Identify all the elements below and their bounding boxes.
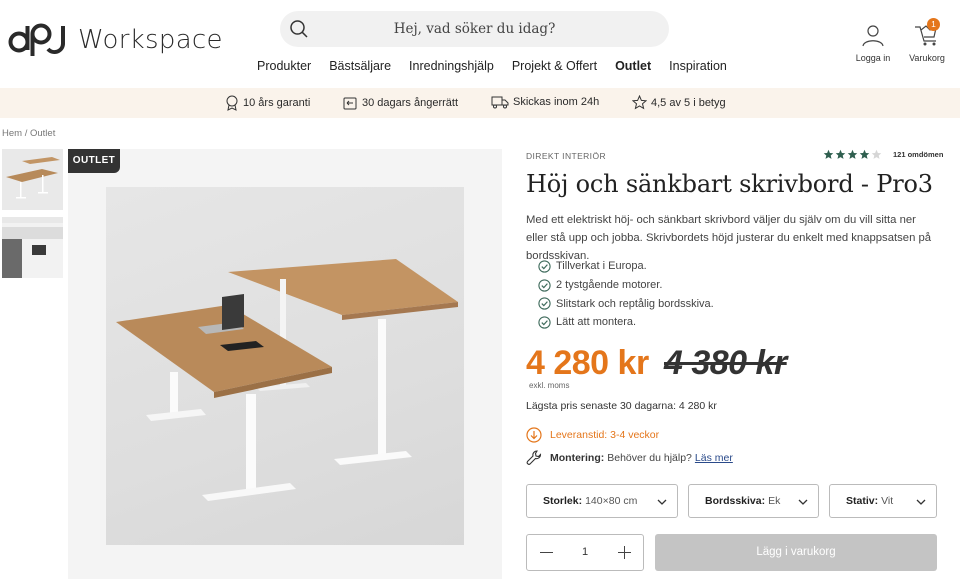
rating-stars	[823, 149, 882, 160]
usp-rating-text: 4,5 av 5 i betyg	[651, 96, 726, 109]
star-filled-icon	[859, 149, 870, 159]
chevron-down-icon	[798, 499, 808, 505]
delivery-text: Leveranstid: 3-4 veckor	[550, 429, 660, 441]
star-outline-icon	[632, 95, 647, 110]
usp-warranty: 10 års garanti	[225, 95, 310, 111]
site-header: Workspace Hej, vad söker du idag? Produk…	[0, 0, 960, 88]
arrow-down-circle-icon	[526, 427, 542, 443]
feature-item: Tillverkat i Europa.	[538, 257, 714, 276]
main-nav: Produkter Bästsäljare Inredningshjälp Pr…	[257, 59, 745, 73]
feature-text: 2 tystgående motorer.	[556, 279, 663, 292]
star-filled-icon	[835, 149, 846, 159]
return-icon	[343, 97, 357, 110]
nav-item-bastsaljare[interactable]: Bästsäljare	[329, 59, 391, 73]
frame-select-label: Stativ:	[846, 495, 879, 507]
original-price: 4 380 kr	[664, 344, 787, 382]
chevron-down-icon	[657, 499, 667, 505]
dpj-logo-mark	[8, 23, 65, 56]
usp-rating: 4,5 av 5 i betyg	[632, 95, 726, 110]
feature-list: Tillverkat i Europa. 2 tystgående motore…	[538, 257, 714, 332]
check-circle-icon	[538, 260, 551, 273]
search-bar[interactable]: Hej, vad söker du idag?	[280, 11, 669, 47]
cart-label: Varukorg	[909, 53, 945, 63]
usp-return-text: 30 dagars ångerrätt	[362, 97, 459, 109]
usp-shipping-text: Skickas inom 24h	[513, 96, 600, 108]
nav-item-inspiration[interactable]: Inspiration	[669, 59, 727, 73]
site-logo[interactable]: Workspace	[8, 22, 223, 58]
thumbnail-image-detail	[2, 217, 63, 278]
add-to-cart-button[interactable]: Lägg i varukorg	[655, 534, 937, 571]
product-rating[interactable]: 121 omdömen	[823, 149, 943, 160]
login-button[interactable]: Logga in	[855, 23, 891, 63]
increase-quantity-button[interactable]	[624, 546, 626, 559]
feature-text: Slitstark och reptålig bordsskiva.	[556, 297, 714, 310]
size-select[interactable]: Storlek: 140×80 cm	[526, 484, 678, 518]
check-circle-icon	[538, 278, 551, 292]
award-icon	[226, 95, 238, 111]
thumbnail-desk-detail[interactable]	[2, 217, 63, 278]
chevron-down-icon	[916, 499, 926, 505]
truck-icon	[491, 96, 509, 109]
nav-item-projekt-offert[interactable]: Projekt & Offert	[512, 59, 597, 73]
review-count[interactable]: 121 omdömen	[893, 150, 943, 159]
star-filled-icon	[823, 149, 834, 159]
usp-return: 30 dagars ångerrätt	[342, 95, 458, 111]
thumbnail-image-desk	[2, 149, 63, 210]
search-icon[interactable]	[289, 19, 309, 39]
feature-text: Tillverkat i Europa.	[556, 260, 647, 273]
check-circle-icon	[538, 316, 551, 329]
logo-wordmark: Workspace	[78, 25, 223, 55]
usp-bar: 10 års garanti 30 dagars ångerrätt Skick…	[0, 88, 960, 118]
breadcrumb-current[interactable]: Outlet	[30, 128, 55, 139]
wrench-icon	[526, 450, 542, 465]
tabletop-select[interactable]: Bordsskiva: Ek	[688, 484, 819, 518]
frame-select-value: Vit	[881, 495, 894, 507]
product-photo	[106, 187, 464, 545]
assembly-read-more-link[interactable]: Läs mer	[695, 452, 733, 464]
product-main-image[interactable]: OUTLET	[68, 149, 502, 579]
desk-illustration	[116, 259, 458, 501]
delivery-time: Leveranstid: 3-4 veckor	[526, 427, 659, 443]
lowest-price-note: Lägsta pris senaste 30 dagarna: 4 280 kr	[526, 400, 717, 412]
nav-item-outlet[interactable]: Outlet	[615, 59, 651, 73]
breadcrumb-separator: /	[24, 128, 28, 139]
login-label: Logga in	[855, 53, 891, 63]
star-empty-icon	[871, 149, 882, 159]
breadcrumb-home[interactable]: Hem	[2, 128, 22, 139]
tabletop-select-label: Bordsskiva:	[705, 495, 766, 507]
user-icon	[862, 25, 884, 47]
check-circle-icon	[538, 297, 551, 310]
assembly-text: Behöver du hjälp?	[607, 451, 692, 464]
breadcrumb: Hem / Outlet	[2, 128, 55, 139]
feature-item: Slitstark och reptålig bordsskiva.	[538, 294, 714, 313]
search-placeholder[interactable]: Hej, vad söker du idag?	[280, 21, 669, 37]
size-select-label: Storlek:	[543, 495, 583, 507]
feature-item: Lätt att montera.	[538, 313, 714, 332]
outlet-badge: OUTLET	[68, 149, 120, 173]
assembly-info: Montering: Behöver du hjälp? Läs mer	[526, 449, 733, 466]
feature-item: 2 tystgående motorer.	[538, 276, 714, 295]
vat-note: exkl. moms	[529, 381, 570, 390]
nav-item-produkter[interactable]: Produkter	[257, 59, 311, 73]
product-title: Höj och sänkbart skrivbord - Pro3	[526, 170, 933, 198]
usp-warranty-text: 10 års garanti	[243, 97, 311, 109]
tabletop-select-value: Ek	[768, 495, 781, 507]
product-brand[interactable]: DIREKT INTERIÖR	[526, 151, 606, 161]
nav-item-inredningshjalp[interactable]: Inredningshjälp	[409, 59, 494, 73]
usp-shipping: Skickas inom 24h	[491, 95, 599, 109]
frame-select[interactable]: Stativ: Vit	[829, 484, 937, 518]
cart-button[interactable]: 1 Varukorg	[907, 18, 947, 63]
size-select-value: 140×80 cm	[585, 495, 638, 507]
current-price: 4 280 kr	[526, 344, 649, 382]
assembly-label: Montering:	[550, 451, 605, 464]
feature-text: Lätt att montera.	[556, 316, 637, 329]
quantity-stepper[interactable]: 1	[526, 534, 644, 571]
star-filled-icon	[847, 149, 858, 159]
cart-count-badge: 1	[927, 18, 940, 31]
thumbnail-desk-overview[interactable]	[2, 149, 63, 210]
